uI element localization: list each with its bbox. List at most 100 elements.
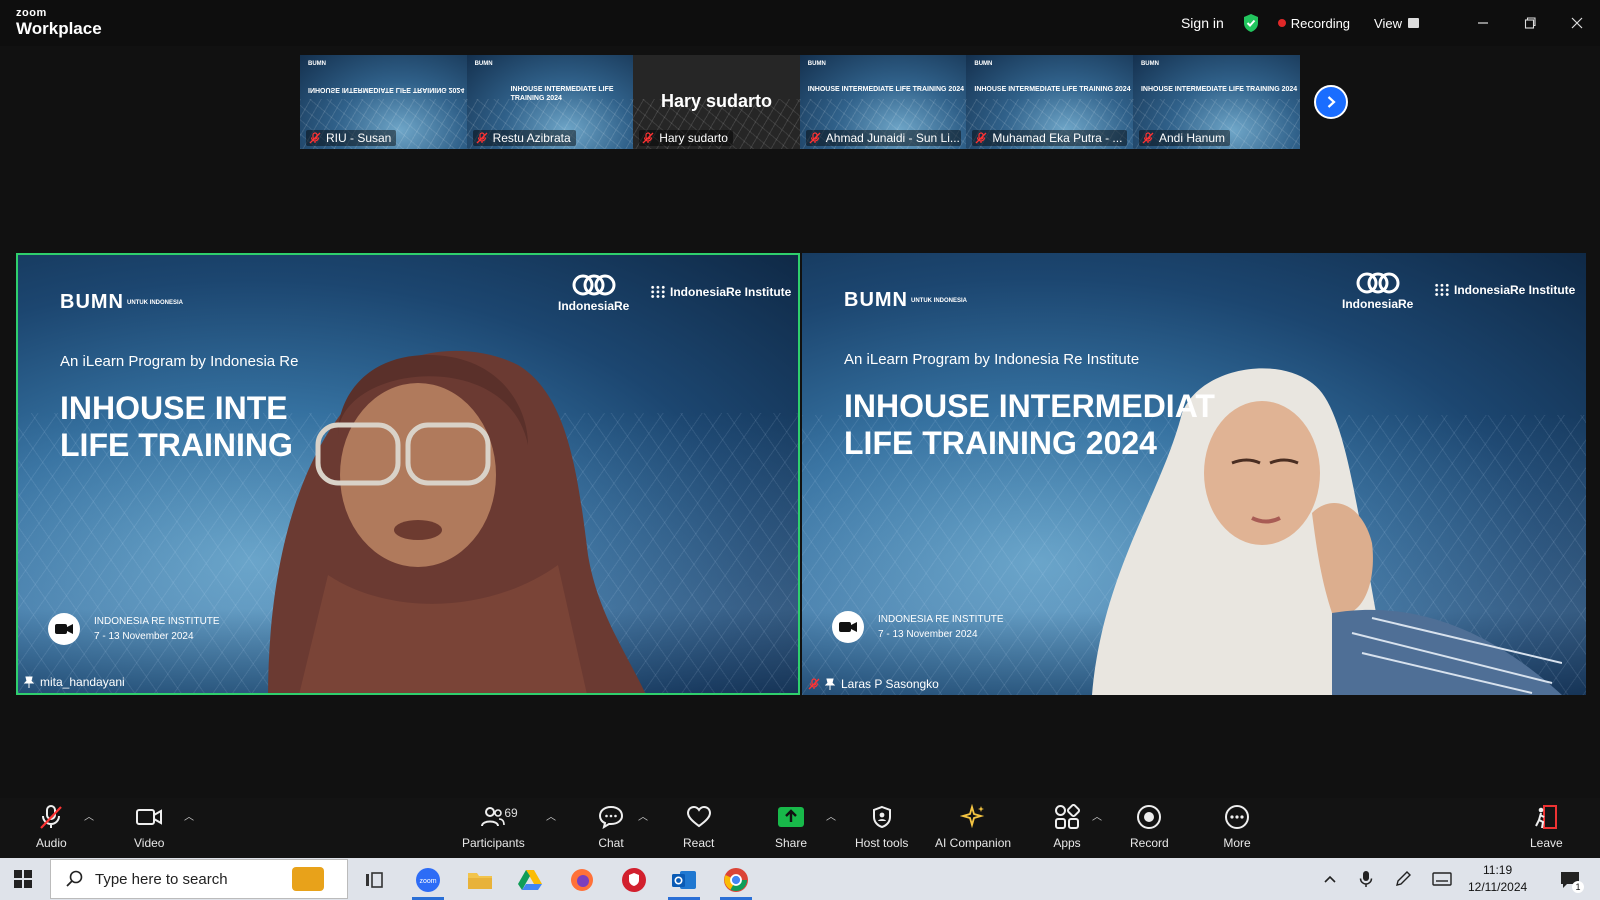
ai-companion-label: AI Companion	[935, 836, 1012, 850]
more-button[interactable]: More	[1222, 802, 1252, 850]
leave-button[interactable]: Leave	[1530, 802, 1563, 850]
next-page-button[interactable]	[1314, 85, 1348, 119]
video-button[interactable]: Video	[134, 802, 164, 850]
participant-display-name: Hary sudarto	[660, 91, 772, 111]
logo-zoom-text: zoom	[16, 7, 47, 19]
host-tools-label: Host tools	[855, 836, 909, 850]
video-options-chevron-icon[interactable]: ︿	[184, 808, 194, 823]
thumb-slide-logo: BUMN	[974, 61, 993, 67]
participant-name-tag: RIU - Susan	[306, 130, 397, 146]
headline-line-2: LIFE TRAINING 2024	[844, 425, 1157, 461]
taskbar-security-app[interactable]	[612, 863, 656, 897]
taskbar-google-drive[interactable]	[508, 863, 552, 897]
camera-icon	[832, 611, 864, 643]
dots-logo-icon	[650, 285, 666, 299]
audio-label: Audio	[36, 836, 67, 850]
notifications-button[interactable]: 1	[1548, 863, 1592, 897]
taskbar-zoom-app[interactable]: zoom	[406, 863, 450, 900]
headline-line-2: LIFE TRAINING	[60, 427, 293, 463]
institute-text: IndonesiaRe Institute	[670, 285, 792, 299]
briefcase-icon[interactable]	[292, 867, 324, 891]
participants-icon: 69	[478, 802, 518, 832]
participants-options-chevron-icon[interactable]: ︿	[546, 808, 556, 823]
slide-program-text: An iLearn Program by Indonesia Re	[60, 353, 299, 370]
grid-view-icon	[1408, 18, 1419, 28]
event-info-badge: INDONESIA RE INSTITUTE 7 - 13 November 2…	[48, 613, 220, 645]
participant-name-tag: Muhamad Eka Putra - ...	[972, 130, 1128, 146]
gallery-thumbnail[interactable]: BUMN INHOUSE INTERMEDIATE LIFE TRAINING …	[1132, 55, 1300, 149]
recording-indicator[interactable]: Recording	[1277, 16, 1350, 31]
view-label: View	[1374, 15, 1402, 31]
system-tray	[1322, 858, 1452, 900]
restore-button[interactable]	[1506, 0, 1553, 46]
gallery-thumbnail[interactable]: BUMN INHOUSE INTERMEDIATE LIFE TRAINING …	[466, 55, 634, 149]
meeting-toolbar: Audio ︿ Video ︿ 69 Participants ︿ Chat ︿…	[0, 798, 1600, 858]
chevron-up-icon[interactable]	[1322, 871, 1338, 887]
taskbar-outlook[interactable]	[662, 863, 706, 900]
gallery-thumbnail[interactable]: BUMN INHOUSE INTERMEDIATE LIFE TRAINING …	[300, 55, 467, 149]
pin-icon	[24, 676, 34, 688]
participant-name-tag: Andi Hanum	[1138, 130, 1231, 146]
apps-grid-icon	[1052, 802, 1082, 832]
sparkle-icon	[958, 802, 988, 832]
chrome-icon	[724, 868, 748, 892]
microphone-icon[interactable]	[1358, 870, 1374, 888]
encryption-shield-icon[interactable]	[1242, 13, 1260, 33]
zoom-app-icon: zoom	[416, 868, 440, 892]
event-organizer: INDONESIA RE INSTITUTE	[94, 616, 220, 627]
slide-program-text: An iLearn Program by Indonesia Re Instit…	[844, 351, 1140, 368]
taskbar-file-explorer[interactable]	[458, 863, 502, 897]
task-view-button[interactable]	[352, 863, 396, 897]
gallery-thumbnail[interactable]: BUMN INHOUSE INTERMEDIATE LIFE TRAINING …	[799, 55, 967, 149]
windows-start-icon[interactable]	[14, 870, 32, 888]
share-button[interactable]: Share	[775, 802, 807, 850]
taskbar-firefox[interactable]	[560, 863, 604, 897]
sign-in-link[interactable]: Sign in	[1181, 15, 1224, 31]
taskbar-chrome[interactable]	[714, 863, 758, 900]
rings-logo-icon	[1356, 272, 1400, 294]
participant-name: Ahmad Junaidi - Sun Li...	[825, 131, 960, 145]
gallery-thumbnail[interactable]: BUMN INHOUSE INTERMEDIATE LIFE TRAINING …	[966, 55, 1133, 149]
record-icon	[1134, 802, 1164, 832]
thumb-slide-logo: BUMN	[1140, 61, 1159, 67]
close-window-button[interactable]	[1553, 0, 1600, 46]
windows-taskbar: Type here to search zoom 11:19 12/11/202…	[0, 858, 1600, 900]
audio-options-chevron-icon[interactable]: ︿	[84, 808, 94, 823]
rings-logo-icon	[572, 274, 616, 296]
mic-muted-icon	[809, 132, 821, 144]
share-options-chevron-icon[interactable]: ︿	[826, 808, 836, 823]
participants-label: Participants	[462, 836, 525, 850]
apps-button[interactable]: Apps	[1052, 802, 1082, 850]
indonesiare-logo: IndonesiaRe	[558, 273, 629, 313]
participant-name: Laras P Sasongko	[841, 677, 939, 691]
indonesiare-text: IndonesiaRe	[558, 299, 630, 313]
mic-muted-icon	[1142, 132, 1154, 144]
close-icon	[1571, 17, 1582, 29]
headline-line-1: INHOUSE INTERMEDIAT	[844, 388, 1215, 424]
host-tools-button[interactable]: Host tools	[855, 802, 908, 850]
red-shield-icon	[622, 868, 646, 892]
ai-companion-button[interactable]: AI Companion	[935, 802, 1011, 850]
event-date: 7 - 13 November 2024	[94, 631, 194, 642]
pen-icon[interactable]	[1394, 870, 1412, 888]
view-button[interactable]: View	[1374, 16, 1419, 31]
audio-button[interactable]: Audio	[36, 802, 67, 850]
minimize-button[interactable]	[1459, 0, 1506, 46]
video-tile[interactable]: BUMN UNTUK INDONESIA IndonesiaRe Indonesi…	[802, 253, 1586, 695]
gallery-thumbnail[interactable]: Hary sudarto Hary sudarto	[633, 55, 800, 149]
react-button[interactable]: React	[683, 802, 714, 850]
apps-options-chevron-icon[interactable]: ︿	[1092, 808, 1102, 823]
chat-button[interactable]: Chat	[596, 802, 626, 850]
video-tile-active-speaker[interactable]: BUMN UNTUK INDONESIA IndonesiaRe Indonesi…	[16, 253, 800, 695]
video-label: Video	[134, 836, 165, 850]
taskbar-clock[interactable]: 11:19 12/11/2024	[1468, 862, 1527, 896]
tile-name-tag: Laras P Sasongko	[808, 677, 939, 691]
keyboard-icon[interactable]	[1432, 871, 1452, 887]
participant-video-figure	[268, 350, 646, 693]
participants-button[interactable]: 69 Participants	[462, 802, 525, 850]
participant-name: RIU - Susan	[326, 131, 392, 145]
record-button[interactable]: Record	[1130, 802, 1169, 850]
thumb-slide-logo: BUMN	[807, 61, 826, 67]
chat-options-chevron-icon[interactable]: ︿	[638, 808, 648, 823]
event-organizer: INDONESIA RE INSTITUTE	[878, 614, 1004, 625]
